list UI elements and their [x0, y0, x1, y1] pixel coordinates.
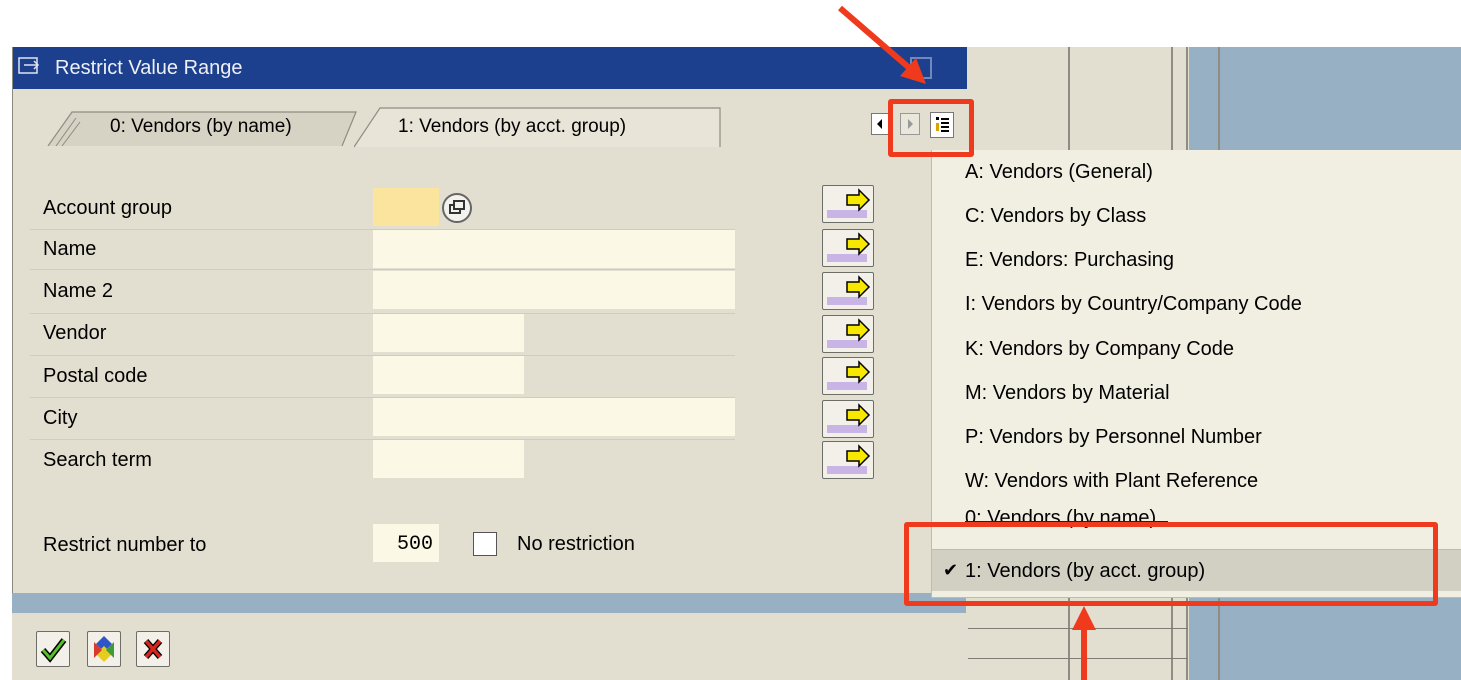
dialog-status-band [12, 593, 966, 613]
chevron-left-icon [877, 119, 882, 129]
arrow-right-icon [827, 275, 871, 305]
check-icon [40, 638, 67, 663]
arrow-right-icon [827, 360, 871, 390]
no-restriction-label: No restriction [517, 533, 635, 555]
tab-vendors-by-acct-group[interactable]: 1: Vendors (by acct. group) [354, 106, 724, 148]
menu-item-m[interactable]: M: Vendors by Material [965, 382, 1170, 405]
restrict-number-label: Restrict number to [43, 534, 207, 556]
multiple-selection-button[interactable] [822, 185, 874, 223]
name-2-label: Name 2 [43, 280, 114, 302]
tab-vendors-by-name[interactable]: 0: Vendors (by name) [46, 108, 360, 146]
vendor-input[interactable] [373, 314, 524, 352]
multiple-selection-button[interactable] [822, 272, 874, 310]
arrow-right-icon [827, 232, 871, 262]
menu-item-a[interactable]: A: Vendors (General) [965, 161, 1153, 184]
arrow-right-icon [827, 188, 871, 218]
name-label: Name [43, 238, 97, 260]
restrict-number-input[interactable]: 500 [373, 524, 439, 562]
arrow-right-icon [827, 444, 871, 474]
multiple-selection-button[interactable] [822, 357, 874, 395]
highlight-box-tab-list [888, 99, 974, 157]
cancel-icon [143, 639, 163, 659]
menu-item-k[interactable]: K: Vendors by Company Code [965, 338, 1234, 361]
vendor-label: Vendor [43, 322, 107, 344]
search-term-label: Search term [43, 449, 152, 471]
no-restriction-checkbox[interactable] [473, 532, 497, 556]
name-2-input[interactable] [373, 271, 735, 309]
name-input[interactable] [373, 230, 735, 268]
multiple-selection-button[interactable] [822, 315, 874, 353]
menu-item-e[interactable]: E: Vendors: Purchasing [965, 249, 1174, 272]
search-help-icon[interactable] [441, 192, 473, 224]
postal-code-label: Postal code [43, 365, 148, 387]
dialog-window-icon [18, 57, 40, 74]
account-group-label: Account group [43, 197, 172, 219]
search-term-input[interactable] [373, 440, 524, 478]
tab-scroll-left-button[interactable] [871, 113, 889, 135]
menu-item-p[interactable]: P: Vendors by Personnel Number [965, 426, 1262, 449]
arrow-right-icon [827, 318, 871, 348]
row-divider [30, 269, 735, 270]
menu-item-i[interactable]: I: Vendors by Country/Company Code [965, 293, 1302, 316]
new-search-button[interactable] [87, 631, 121, 667]
menu-item-c[interactable]: C: Vendors by Class [965, 205, 1146, 228]
menu-item-w[interactable]: W: Vendors with Plant Reference [965, 470, 1258, 493]
multiple-selection-button[interactable] [822, 441, 874, 479]
annotation-arrow-icon [838, 5, 926, 84]
annotation-arrow-icon [1072, 606, 1096, 680]
city-input[interactable] [373, 398, 735, 436]
highlight-box-selected-item [904, 522, 1438, 606]
postal-code-input[interactable] [373, 356, 524, 394]
find-icon [94, 636, 114, 662]
city-label: City [43, 407, 78, 429]
account-group-input[interactable] [373, 188, 439, 226]
dialog-title: Restrict Value Range [55, 57, 243, 79]
multiple-selection-button[interactable] [822, 400, 874, 438]
multiple-selection-button[interactable] [822, 229, 874, 267]
arrow-right-icon [827, 403, 871, 433]
cancel-button[interactable] [136, 631, 170, 667]
tab-label: 0: Vendors (by name) [110, 116, 292, 137]
continue-button[interactable] [36, 631, 70, 667]
tab-label: 1: Vendors (by acct. group) [398, 116, 627, 137]
dialog-title-bar[interactable]: Restrict Value Range [13, 47, 967, 89]
